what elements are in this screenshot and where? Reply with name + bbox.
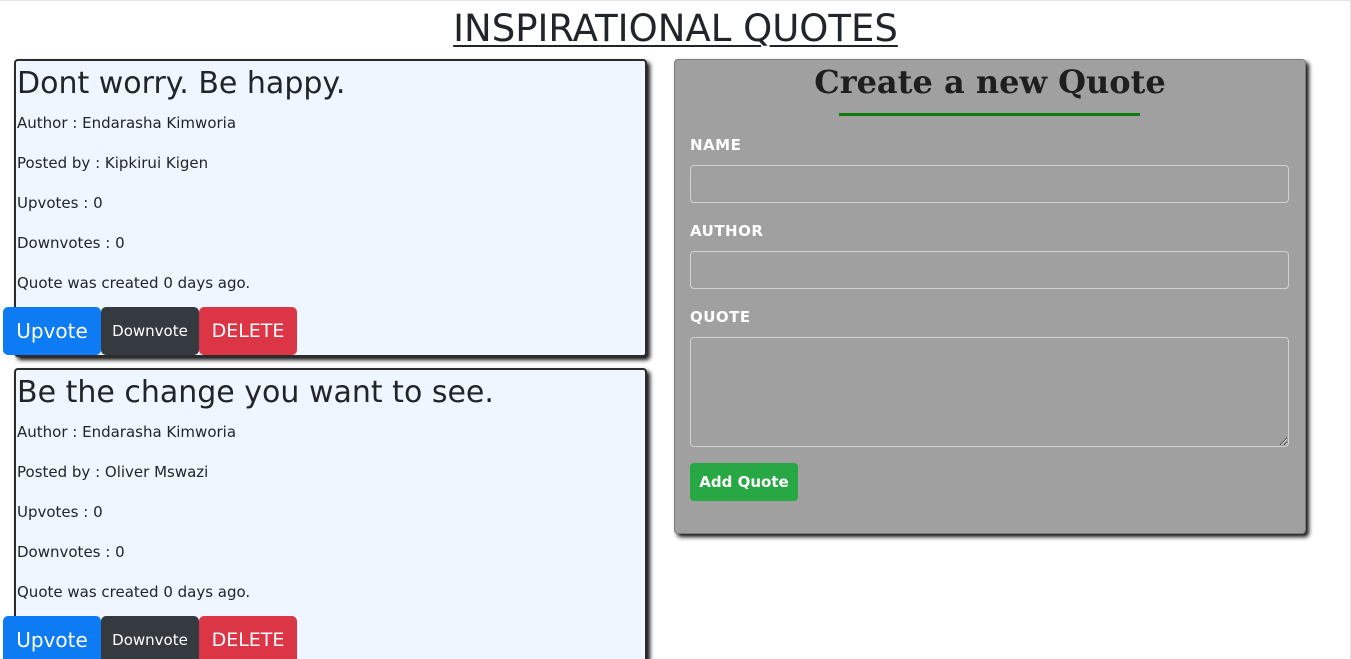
quote-text: Be the change you want to see.	[17, 375, 494, 410]
quote-upvotes: Upvotes : 0	[17, 503, 103, 521]
upvote-button[interactable]: Upvote	[3, 307, 101, 355]
quote-created: Quote was created 0 days ago.	[17, 583, 251, 601]
downvote-button[interactable]: Downvote	[101, 307, 199, 355]
quote-text: Dont worry. Be happy.	[17, 66, 346, 101]
downvote-button[interactable]: Downvote	[101, 616, 199, 659]
page-title: INSPIRATIONAL QUOTES	[453, 7, 898, 50]
name-input[interactable]	[690, 165, 1289, 203]
author-label: AUTHOR	[690, 222, 764, 240]
quote-posted-by: Posted by : Oliver Mswazi	[17, 463, 209, 481]
form-title: Create a new Quote	[814, 63, 1166, 101]
quote-author: Author : Endarasha Kimworia	[17, 114, 237, 132]
delete-button[interactable]: DELETE	[199, 616, 297, 659]
author-input[interactable]	[690, 251, 1289, 289]
name-label: NAME	[690, 136, 742, 154]
quote-textarea[interactable]	[690, 337, 1289, 447]
quote-downvotes: Downvotes : 0	[17, 543, 125, 561]
quote-card: Be the change you want to see. Author : …	[3, 368, 647, 659]
quote-actions: Upvote Downvote DELETE	[3, 307, 297, 355]
quote-label: QUOTE	[690, 308, 751, 326]
form-title-underline	[839, 113, 1140, 116]
quote-created: Quote was created 0 days ago.	[17, 274, 251, 292]
quote-actions: Upvote Downvote DELETE	[3, 616, 297, 659]
add-quote-button[interactable]: Add Quote	[690, 463, 798, 501]
upvote-button[interactable]: Upvote	[3, 616, 101, 659]
quote-posted-by: Posted by : Kipkirui Kigen	[17, 154, 209, 172]
quote-card: Dont worry. Be happy. Author : Endarasha…	[3, 59, 647, 357]
page: INSPIRATIONAL QUOTES Dont worry. Be happ…	[0, 0, 1351, 659]
quote-author: Author : Endarasha Kimworia	[17, 423, 237, 441]
create-quote-form: Create a new Quote NAME AUTHOR QUOTE Add…	[674, 59, 1306, 534]
quote-downvotes: Downvotes : 0	[17, 234, 125, 252]
delete-button[interactable]: DELETE	[199, 307, 297, 355]
quote-upvotes: Upvotes : 0	[17, 194, 103, 212]
